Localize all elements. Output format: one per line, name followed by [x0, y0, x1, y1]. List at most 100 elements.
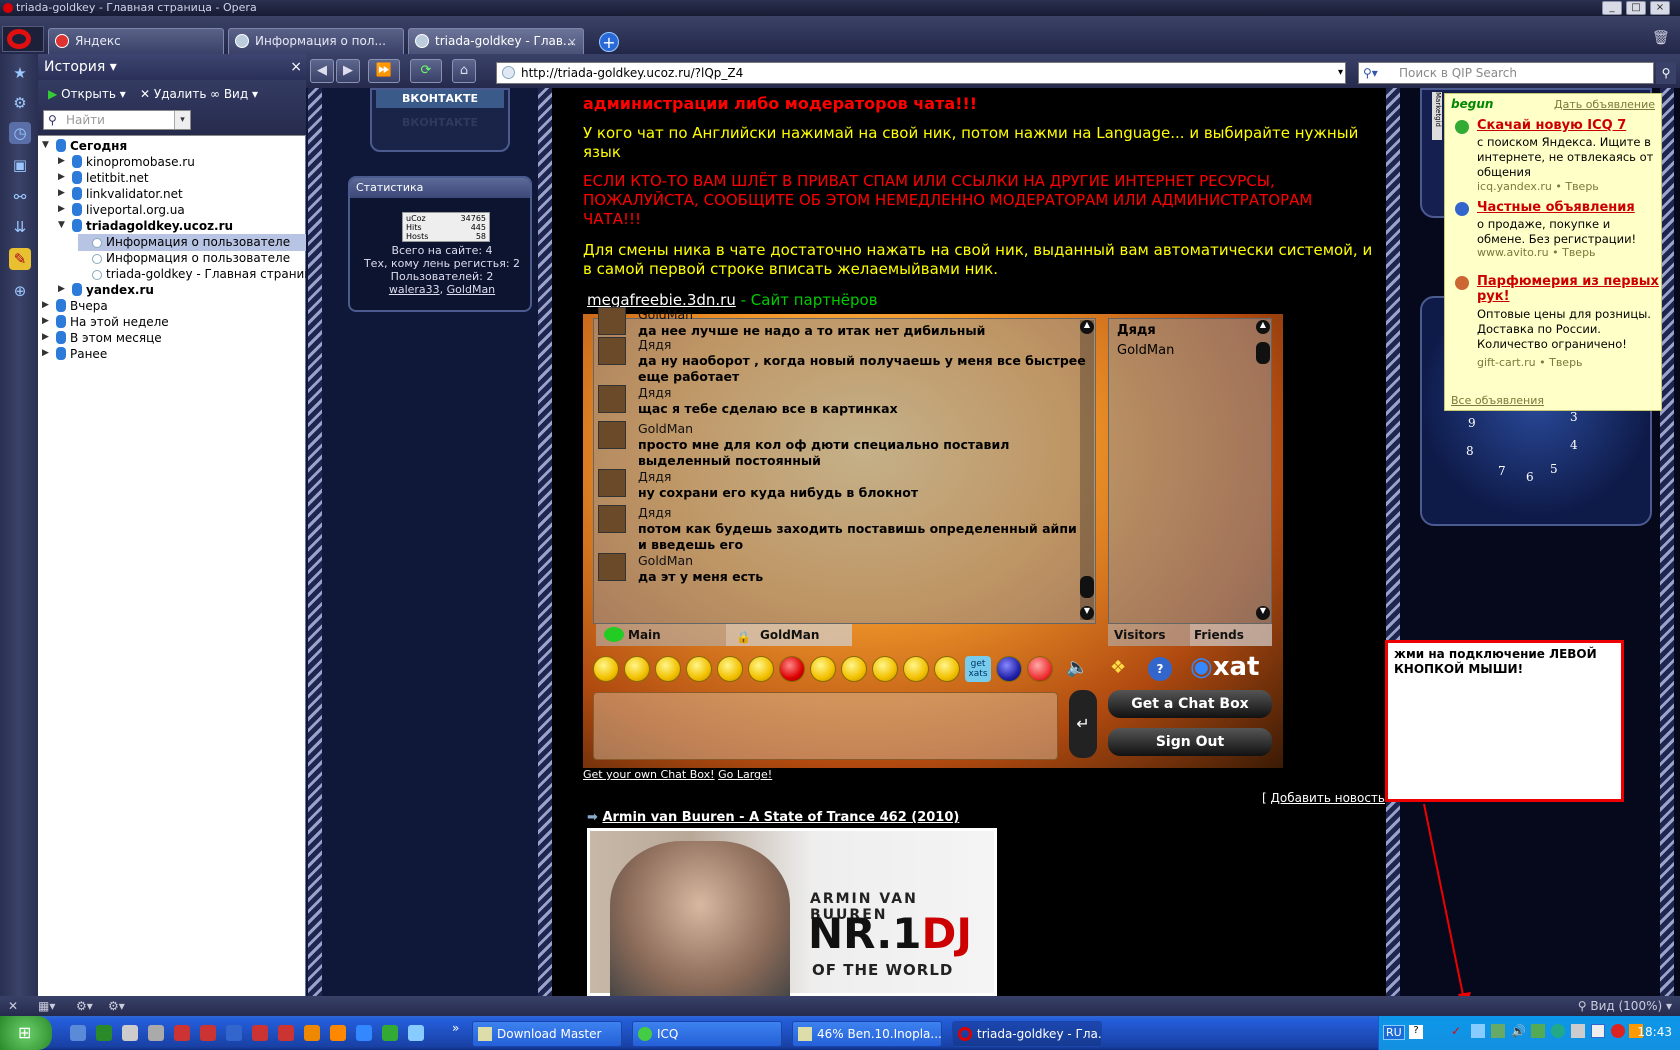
opera-menu-button[interactable] [2, 26, 44, 52]
expand-arrow-icon[interactable]: ▶ [58, 156, 65, 166]
history-item[interactable]: liveportal.org.ua [72, 202, 185, 219]
dropdown-arrow-icon[interactable]: ▾ [174, 111, 190, 129]
news-title-link[interactable]: Armin van Buuren - A State of Trance 462… [602, 810, 959, 825]
forward-button[interactable]: ▶ [336, 59, 360, 83]
history-item[interactable]: Информация о пользователе [78, 234, 306, 251]
search-engine-icon[interactable]: ⚲▾ [1363, 63, 1378, 83]
history-item[interactable]: kinopromobase.ru [72, 154, 195, 171]
quick-launch-icon[interactable] [174, 1025, 190, 1041]
reload-button[interactable]: ⟳ [410, 59, 442, 83]
user-avatar[interactable] [598, 385, 626, 413]
tray-icon-4[interactable] [1571, 1024, 1585, 1038]
smiley-angry-icon[interactable] [779, 656, 805, 682]
close-window-button[interactable]: × [1650, 1, 1670, 15]
visitors-list[interactable]: Дядя GoldMan [1108, 318, 1272, 624]
message-author[interactable]: Дядя [638, 505, 671, 520]
delete-button[interactable]: ✕ Удалить [140, 86, 206, 102]
chat-input[interactable] [593, 692, 1058, 760]
ad-url[interactable]: icq.yandex.ru • Тверь [1477, 180, 1599, 193]
smiley-cool-icon[interactable] [748, 656, 774, 682]
help-icon[interactable]: ? [1148, 657, 1172, 681]
history-item[interactable]: yandex.ru [72, 282, 154, 299]
ad-url[interactable]: www.avito.ru • Тверь [1477, 246, 1596, 259]
smiley-wink-icon[interactable] [655, 656, 681, 682]
smiley-laugh-icon[interactable] [841, 656, 867, 682]
expand-arrow-icon[interactable]: ▶ [42, 348, 49, 358]
add-panel-icon[interactable]: ⊕ [9, 280, 31, 302]
new-tab-button[interactable]: + [599, 32, 619, 52]
smiley-love-icon[interactable] [1027, 656, 1053, 682]
image-toggle-icon[interactable]: ▦▾ [38, 996, 55, 1016]
expand-chevron-icon[interactable]: » [452, 1021, 459, 1035]
history-item[interactable]: Информация о пользователе [92, 250, 290, 267]
turbo-icon[interactable]: ⚙▾ [108, 996, 125, 1016]
message-author[interactable]: GoldMan [638, 553, 693, 568]
tray-icon-3[interactable] [1531, 1024, 1545, 1038]
expand-arrow-icon[interactable]: ▶ [58, 204, 65, 214]
smiley-cry-icon[interactable] [903, 656, 929, 682]
expand-arrow-icon[interactable]: ▶ [42, 316, 49, 326]
quick-launch-icon[interactable] [226, 1025, 242, 1041]
user-avatar[interactable] [598, 421, 626, 449]
panel-toggle-icon[interactable]: ✕ [8, 996, 18, 1016]
visitor-item[interactable]: Дядя [1117, 323, 1156, 338]
send-button[interactable]: ↵ [1069, 690, 1097, 758]
trash-icon[interactable]: 🗑 [1652, 30, 1670, 50]
chat-tab-main[interactable]: Main [596, 624, 726, 646]
ucoz-counter[interactable]: uCoz 34765 Hits 445 Hosts 58 [402, 212, 490, 242]
quick-launch-icon[interactable] [382, 1025, 398, 1041]
sound-icon[interactable]: 🔈 [1066, 657, 1090, 681]
help-tray-icon[interactable]: ? [1409, 1025, 1423, 1039]
scroll-up-icon[interactable]: ▲ [1080, 320, 1094, 334]
history-item[interactable]: linkvalidator.net [72, 186, 183, 203]
smiley-confused-icon[interactable] [810, 656, 836, 682]
scroll-down-icon[interactable]: ▼ [1080, 606, 1094, 620]
fast-forward-button[interactable]: ⏩ [368, 59, 400, 83]
minimize-button[interactable]: _ [1602, 1, 1622, 15]
visitor-item[interactable]: GoldMan [1117, 343, 1174, 358]
message-author[interactable]: Дядя [638, 337, 671, 352]
ad-url[interactable]: gift-cart.ru • Тверь [1477, 356, 1583, 369]
maximize-button[interactable]: □ [1626, 1, 1646, 15]
history-clock-icon[interactable]: ◷ [9, 122, 31, 144]
chat-tab-private[interactable]: 🔒 GoldMan [726, 624, 852, 646]
widgets-gear-icon[interactable]: ⚙ [9, 92, 31, 114]
all-ads-link[interactable]: Все объявления [1451, 394, 1544, 407]
tray-icon-1[interactable]: ✓ [1451, 1024, 1467, 1040]
add-news-link[interactable]: Добавить новость [1271, 791, 1385, 805]
users-group-icon[interactable]: ❖ [1110, 657, 1134, 681]
quick-launch-icon[interactable] [304, 1025, 320, 1041]
downloads-icon[interactable]: ⇊ [9, 216, 31, 238]
eightball-icon[interactable] [996, 656, 1022, 682]
tab-user-info[interactable]: Информация о пол... [228, 28, 404, 54]
expand-arrow-icon[interactable]: ▶ [58, 284, 65, 294]
scroll-down-icon[interactable]: ▼ [1256, 606, 1270, 620]
history-item[interactable]: Ранее [56, 346, 107, 363]
bookmarks-star-icon[interactable]: ★ [9, 62, 31, 84]
zoom-indicator[interactable]: ⚲ Вид (100%) ▾ [1578, 996, 1672, 1016]
album-cover-image[interactable]: ARMIN VAN BUUREN NR.1DJ OF THE WORLD [587, 828, 997, 1001]
begun-logo[interactable]: begun [1451, 97, 1493, 111]
start-button[interactable]: ⊞ [0, 1016, 52, 1050]
ad-title-link[interactable]: Скачай новую ICQ 7 [1477, 118, 1661, 133]
volume-icon[interactable]: 🔊 [1511, 1024, 1526, 1038]
view-button[interactable]: ∞ Вид ▾ [210, 86, 258, 102]
get-own-chat-link[interactable]: Get your own Chat Box! [583, 768, 715, 781]
ad-title-link[interactable]: Парфюмерия из первых рук! [1477, 274, 1661, 304]
scroll-thumb[interactable] [1256, 342, 1270, 364]
quick-launch-icon[interactable] [148, 1025, 164, 1041]
ad-title-link[interactable]: Частные объявления [1477, 200, 1661, 215]
dropdown-arrow-icon[interactable]: ▾ [1338, 63, 1343, 83]
quick-launch-icon[interactable] [122, 1025, 138, 1041]
tray-icon-2[interactable] [1491, 1024, 1505, 1038]
history-item[interactable]: На этой неделе [56, 314, 169, 331]
quick-launch-icon[interactable] [200, 1025, 216, 1041]
user-avatar[interactable] [598, 307, 626, 335]
tab-triada-goldkey[interactable]: triada-goldkey - Глав... × [408, 28, 584, 54]
language-indicator[interactable]: RU [1383, 1025, 1405, 1040]
user-link[interactable]: GoldMan [447, 283, 496, 296]
visitors-tab[interactable]: Visitors [1108, 624, 1190, 646]
quick-launch-icon[interactable] [356, 1025, 372, 1041]
expand-arrow-icon[interactable]: ▶ [58, 172, 65, 182]
smiley-shy-icon[interactable] [934, 656, 960, 682]
